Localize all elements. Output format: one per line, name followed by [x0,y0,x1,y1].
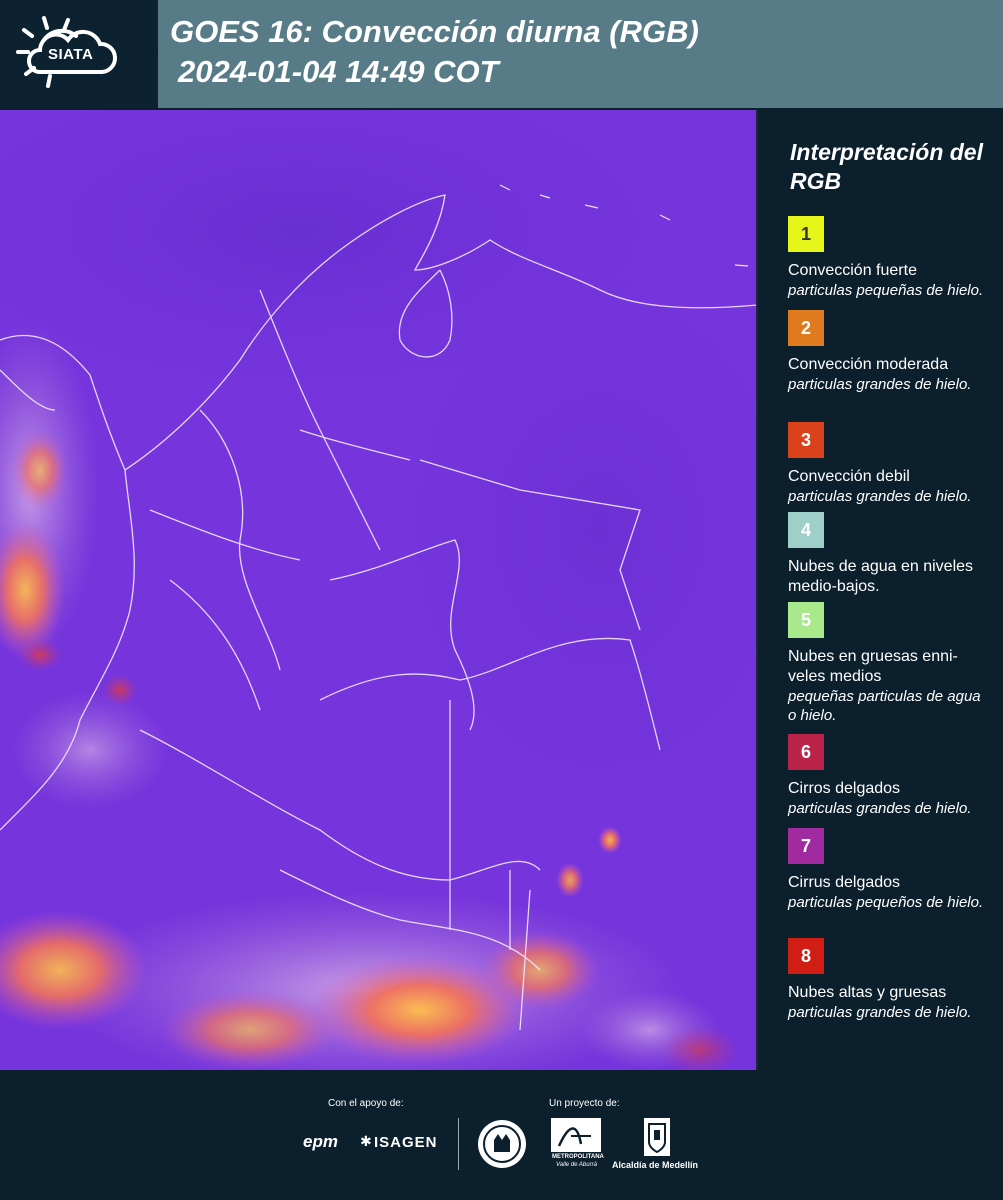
legend-item-2: 2 Convección moderada particulas grandes… [788,310,988,394]
legend-item-7: 7 Cirrus delgados particulas pequeños de… [788,828,988,912]
legend-swatch: 4 [788,512,824,548]
legend-number: 5 [800,609,811,630]
area-metropolitana-subtext: Valle de Aburrá [556,1162,597,1168]
legend-item-1: 1 Convección fuerte particulas pequeñas … [788,216,988,300]
legend-desc: pequeñas particulas de agua o hielo. [788,688,981,724]
legend-number: 4 [800,519,811,540]
project-label: Un proyecto de: [549,1098,620,1109]
area-metropolitana-logo-icon [551,1118,601,1152]
legend-name: Nubes de agua en niveles medio-bajos. [788,558,974,595]
legend-number: 8 [800,945,811,966]
legend-name: Convección debil [788,468,910,485]
header: SIATA GOES 16: Convección diurna (RGB) 2… [0,0,1003,108]
legend-desc: particulas pequeñas de hielo. [788,282,984,299]
epm-logo: epm [303,1132,338,1151]
page-title: GOES 16: Convección diurna (RGB) [170,14,699,49]
legend-desc: particulas grandes de hielo. [788,488,972,505]
legend-name: Convección fuerte [788,262,917,279]
legend-item-5: 5 Nubes en gruesas enni-veles medios peq… [788,602,988,725]
legend-number: 1 [800,223,811,244]
logo-arrow [118,0,158,108]
legend-swatch: 7 [788,828,824,864]
page-timestamp: 2024-01-04 14:49 COT [178,54,499,89]
isagen-logo-icon: ✱ [360,1133,372,1149]
satellite-map[interactable] [0,110,758,1070]
legend-swatch: 2 [788,310,824,346]
legend-item-8: 8 Nubes altas y gruesas particulas grand… [788,938,988,1022]
legend-desc: particulas grandes de hielo. [788,1004,972,1021]
area-metropolitana-text: METROPOLITANA [552,1154,604,1160]
map-image [0,110,758,1070]
legend-swatch: 8 [788,938,824,974]
legend-number: 7 [800,835,811,856]
isagen-logo: ISAGEN [374,1134,438,1151]
alcaldia-text: Alcaldía de Medellín [612,1160,699,1170]
logo-text: SIATA [48,46,94,63]
legend-swatch: 3 [788,422,824,458]
legend-name: Cirros delgados [788,780,901,797]
seal-logo-icon [478,1120,526,1168]
legend-number: 2 [800,317,811,338]
legend-name: Nubes en gruesas enni-veles medios [788,648,958,685]
legend-swatch: 1 [788,216,824,252]
legend-item-6: 6 Cirros delgados particulas grandes de … [788,734,988,818]
footer-divider [458,1118,459,1170]
legend-desc: particulas grandes de hielo. [788,800,972,817]
support-label: Con el apoyo de: [328,1098,404,1109]
legend-swatch: 6 [788,734,824,770]
legend-swatch: 5 [788,602,824,638]
legend-name: Cirrus delgados [788,874,901,891]
legend-desc: particulas grandes de hielo. [788,376,972,393]
legend-item-3: 3 Convección debil particulas grandes de… [788,422,988,506]
legend-name: Convección moderada [788,356,949,373]
legend-item-4: 4 Nubes de agua en niveles medio-bajos. [788,512,988,597]
legend-number: 3 [800,429,811,450]
legend-panel: Interpretación del RGB 1 Convección fuer… [760,110,1003,1070]
legend-desc: particulas pequeños de hielo. [788,894,984,911]
legend-title: Interpretación del RGB [790,139,983,194]
alcaldia-shield-icon [644,1118,670,1156]
legend-number: 6 [800,741,811,762]
footer: Con el apoyo de: Un proyecto de: epm ✱ I… [0,1070,1003,1200]
legend-name: Nubes altas y gruesas [788,984,947,1001]
